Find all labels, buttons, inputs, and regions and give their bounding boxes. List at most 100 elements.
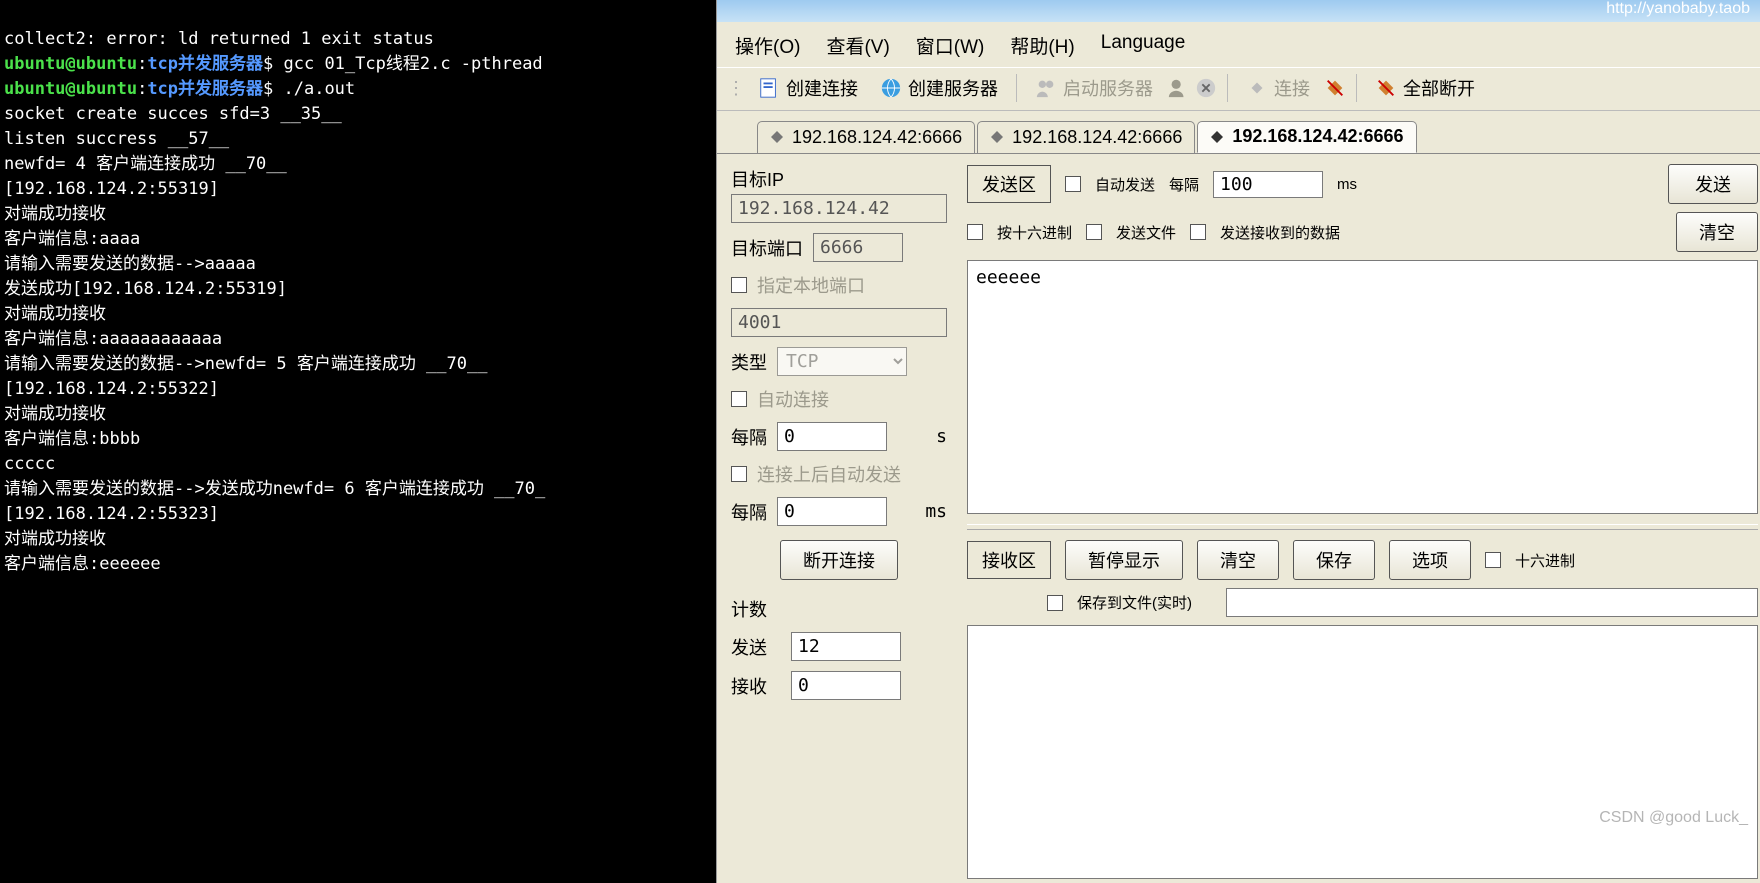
recv-area-label: 接收区 (967, 541, 1051, 579)
connection-tabs: 192.168.124.42:6666 192.168.124.42:6666 … (717, 111, 1760, 153)
target-ip-label: 目标IP (731, 166, 947, 192)
banner-url: http://yanobaby.taob (1606, 0, 1750, 17)
recv-options: 保存到文件(实时) (967, 588, 1758, 617)
recv-textarea[interactable] (967, 625, 1758, 879)
toolbar: ⋮ 创建连接 创建服务器 启动服务器 连接 全部断开 (717, 67, 1760, 111)
term-line: 请输入需要发送的数据-->发送成功newfd= 6 客户端连接成功 __70_ (4, 479, 545, 499)
save-to-file-checkbox[interactable] (1047, 595, 1063, 611)
splitter[interactable] (967, 524, 1758, 530)
globe-icon (880, 77, 902, 99)
send-clear-button[interactable]: 清空 (1676, 212, 1758, 252)
term-line: 请输入需要发送的数据-->newfd= 5 客户端连接成功 __70__ (4, 354, 487, 374)
disconnect-all-button[interactable]: 全部断开 (1367, 72, 1483, 104)
interval1-input[interactable] (777, 422, 887, 451)
pause-display-button[interactable]: 暂停显示 (1065, 540, 1183, 580)
interval2-label: 每隔 (731, 499, 767, 525)
term-line: 发送成功[192.168.124.2:55319] (4, 279, 287, 299)
type-label: 类型 (731, 349, 767, 375)
prompt-cmd: $ gcc 01_Tcp线程2.c -pthread (263, 54, 543, 74)
recv-clear-button[interactable]: 清空 (1197, 540, 1279, 580)
term-line: 客户端信息:bbbb (4, 429, 140, 449)
send-hex-checkbox[interactable] (967, 224, 983, 240)
prompt-user: ubuntu@ubuntu (4, 54, 137, 74)
right-panel: 发送区 自动发送 每隔 ms 发送 按十六进制 发送文件 发送接收到的数据 清空… (957, 154, 1760, 883)
tab-conn-0[interactable]: 192.168.124.42:6666 (757, 121, 975, 153)
term-line: 客户端信息:eeeeee (4, 554, 161, 574)
separator (1356, 74, 1357, 102)
banner: http://yanobaby.taob (717, 0, 1760, 22)
recv-hex-checkbox[interactable] (1485, 552, 1501, 568)
send-count-value (791, 632, 901, 661)
send-recvdata-checkbox[interactable] (1190, 224, 1206, 240)
interval1-label: 每隔 (731, 424, 767, 450)
autosend-onconn-checkbox[interactable] (731, 466, 747, 482)
save-to-file-label: 保存到文件(实时) (1077, 592, 1192, 613)
tab-conn-1[interactable]: 192.168.124.42:6666 (977, 121, 1195, 153)
recv-header: 接收区 暂停显示 清空 保存 选项 十六进制 (967, 540, 1758, 580)
toolbar-grip-icon: ⋮ (727, 78, 742, 99)
term-line: ccccc (4, 454, 55, 474)
tab-conn-2[interactable]: 192.168.124.42:6666 (1197, 121, 1416, 153)
tab-conn-icon (1208, 128, 1226, 146)
send-interval-input[interactable] (1213, 171, 1323, 198)
create-connection-button[interactable]: 创建连接 (750, 72, 866, 104)
type-combo: TCP (777, 347, 907, 376)
local-port-input (731, 308, 947, 337)
auto-connect-label: 自动连接 (757, 386, 829, 412)
recv-option-button[interactable]: 选项 (1389, 540, 1471, 580)
term-line: [192.168.124.2:55323] (4, 504, 219, 524)
send-textarea[interactable]: eeeeee (967, 260, 1758, 514)
target-port-input (813, 233, 903, 262)
recv-count-label: 接收 (731, 673, 781, 699)
prompt-path: tcp并发服务器 (147, 54, 263, 74)
send-area-label: 发送区 (967, 165, 1051, 203)
users-icon (1035, 77, 1057, 99)
disconnect-button[interactable]: 断开连接 (780, 540, 898, 580)
workarea: 目标IP 目标端口 指定本地端口 类型 TCP 自动连接 (717, 153, 1760, 883)
menu-operate[interactable]: 操作(O) (735, 32, 800, 59)
unlink-icon[interactable] (1324, 77, 1346, 99)
connection-panel: 目标IP 目标端口 指定本地端口 类型 TCP 自动连接 (717, 154, 957, 883)
local-port-label: 指定本地端口 (757, 272, 865, 298)
send-recvdata-label: 发送接收到的数据 (1220, 222, 1340, 243)
target-ip-input (731, 194, 947, 223)
interval2-input[interactable] (777, 497, 887, 526)
term-line: collect2: error: ld returned 1 exit stat… (4, 29, 434, 49)
link-icon (1246, 77, 1268, 99)
menu-help[interactable]: 帮助(H) (1010, 32, 1074, 59)
auto-send-checkbox[interactable] (1065, 176, 1081, 192)
send-file-checkbox[interactable] (1086, 224, 1102, 240)
prompt-path: tcp并发服务器 (147, 79, 263, 99)
term-line: 对端成功接收 (4, 529, 106, 549)
linux-terminal[interactable]: collect2: error: ld returned 1 exit stat… (0, 0, 716, 883)
auto-connect-checkbox[interactable] (731, 391, 747, 407)
watermark: CSDN @good Luck_ (1599, 809, 1748, 827)
user-add-icon[interactable] (1167, 77, 1189, 99)
close-icon[interactable] (1195, 77, 1217, 99)
recv-save-button[interactable]: 保存 (1293, 540, 1375, 580)
autosend-onconn-label: 连接上后自动发送 (757, 461, 901, 487)
tcp-tool-window: http://yanobaby.taob 操作(O) 查看(V) 窗口(W) 帮… (716, 0, 1760, 883)
interval1-unit: s (936, 426, 947, 447)
recv-hex-label: 十六进制 (1515, 550, 1575, 571)
send-button[interactable]: 发送 (1668, 164, 1758, 204)
menu-window[interactable]: 窗口(W) (916, 32, 985, 59)
menu-language[interactable]: Language (1101, 32, 1186, 59)
term-line: 客户端信息:aaaaaaaaaaaa (4, 329, 222, 349)
send-count-label: 发送 (731, 634, 781, 660)
term-line: 客户端信息:aaaa (4, 229, 140, 249)
connect-button: 连接 (1238, 72, 1318, 104)
page-icon (758, 77, 780, 99)
local-port-checkbox[interactable] (731, 277, 747, 293)
tab-conn-icon (768, 128, 786, 146)
term-line: 对端成功接收 (4, 204, 106, 224)
term-line: 对端成功接收 (4, 304, 106, 324)
send-interval-unit: ms (1337, 176, 1357, 193)
prompt-cmd: $ ./a.out (263, 79, 355, 99)
recv-count-value (791, 671, 901, 700)
term-line: socket create succes sfd=3 __35__ (4, 104, 342, 124)
save-file-path-input[interactable] (1226, 588, 1758, 617)
menu-view[interactable]: 查看(V) (826, 32, 889, 59)
target-port-label: 目标端口 (731, 235, 803, 261)
create-server-button[interactable]: 创建服务器 (872, 72, 1006, 104)
